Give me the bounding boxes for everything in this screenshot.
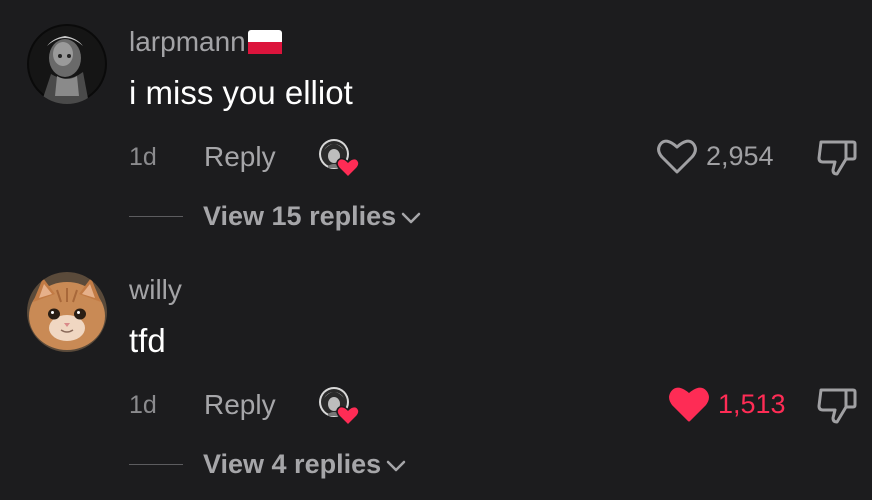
view-replies-label: View 15 replies — [203, 201, 397, 231]
comment-time: 1d — [129, 391, 157, 419]
avatar[interactable] — [27, 24, 107, 104]
chevron-down-icon — [401, 212, 421, 223]
like-button[interactable]: 1,513 — [668, 384, 786, 424]
comment-item: larpmann i miss you elliot 1d Reply 2,95… — [0, 0, 872, 248]
username[interactable]: willy — [129, 272, 182, 308]
comment-time: 1d — [129, 143, 157, 171]
avatar[interactable] — [27, 272, 107, 352]
creator-liked-badge — [318, 136, 362, 180]
heart-outline-icon — [657, 139, 697, 174]
creator-liked-badge — [318, 384, 362, 428]
comment-text: i miss you elliot — [129, 74, 353, 111]
username-text[interactable]: willy — [129, 274, 182, 305]
heart-icon — [336, 405, 360, 427]
thumbs-down-icon — [817, 140, 857, 176]
dislike-button[interactable] — [816, 137, 858, 177]
username-text[interactable]: larpmann — [129, 26, 246, 57]
like-button[interactable]: 2,954 — [656, 136, 774, 176]
view-replies-button[interactable]: View 15 replies — [129, 198, 422, 234]
heart-icon — [336, 157, 360, 179]
divider — [129, 215, 183, 217]
heart-filled-icon — [669, 387, 709, 422]
poland-flag-icon — [247, 29, 282, 54]
view-replies-button[interactable]: View 4 replies — [129, 446, 407, 482]
comment-text: tfd — [129, 322, 166, 359]
username[interactable]: larpmann — [129, 24, 282, 60]
divider — [129, 463, 183, 465]
like-count: 2,954 — [706, 141, 774, 171]
comment-item: willy tfd 1d Reply 1,513 View 4 replies — [0, 248, 872, 496]
reply-button[interactable]: Reply — [204, 387, 276, 423]
dislike-button[interactable] — [816, 385, 858, 425]
like-count: 1,513 — [718, 389, 786, 419]
view-replies-label: View 4 replies — [203, 449, 382, 479]
chevron-down-icon — [386, 460, 406, 471]
thumbs-down-icon — [817, 388, 857, 424]
reply-button[interactable]: Reply — [204, 139, 276, 175]
